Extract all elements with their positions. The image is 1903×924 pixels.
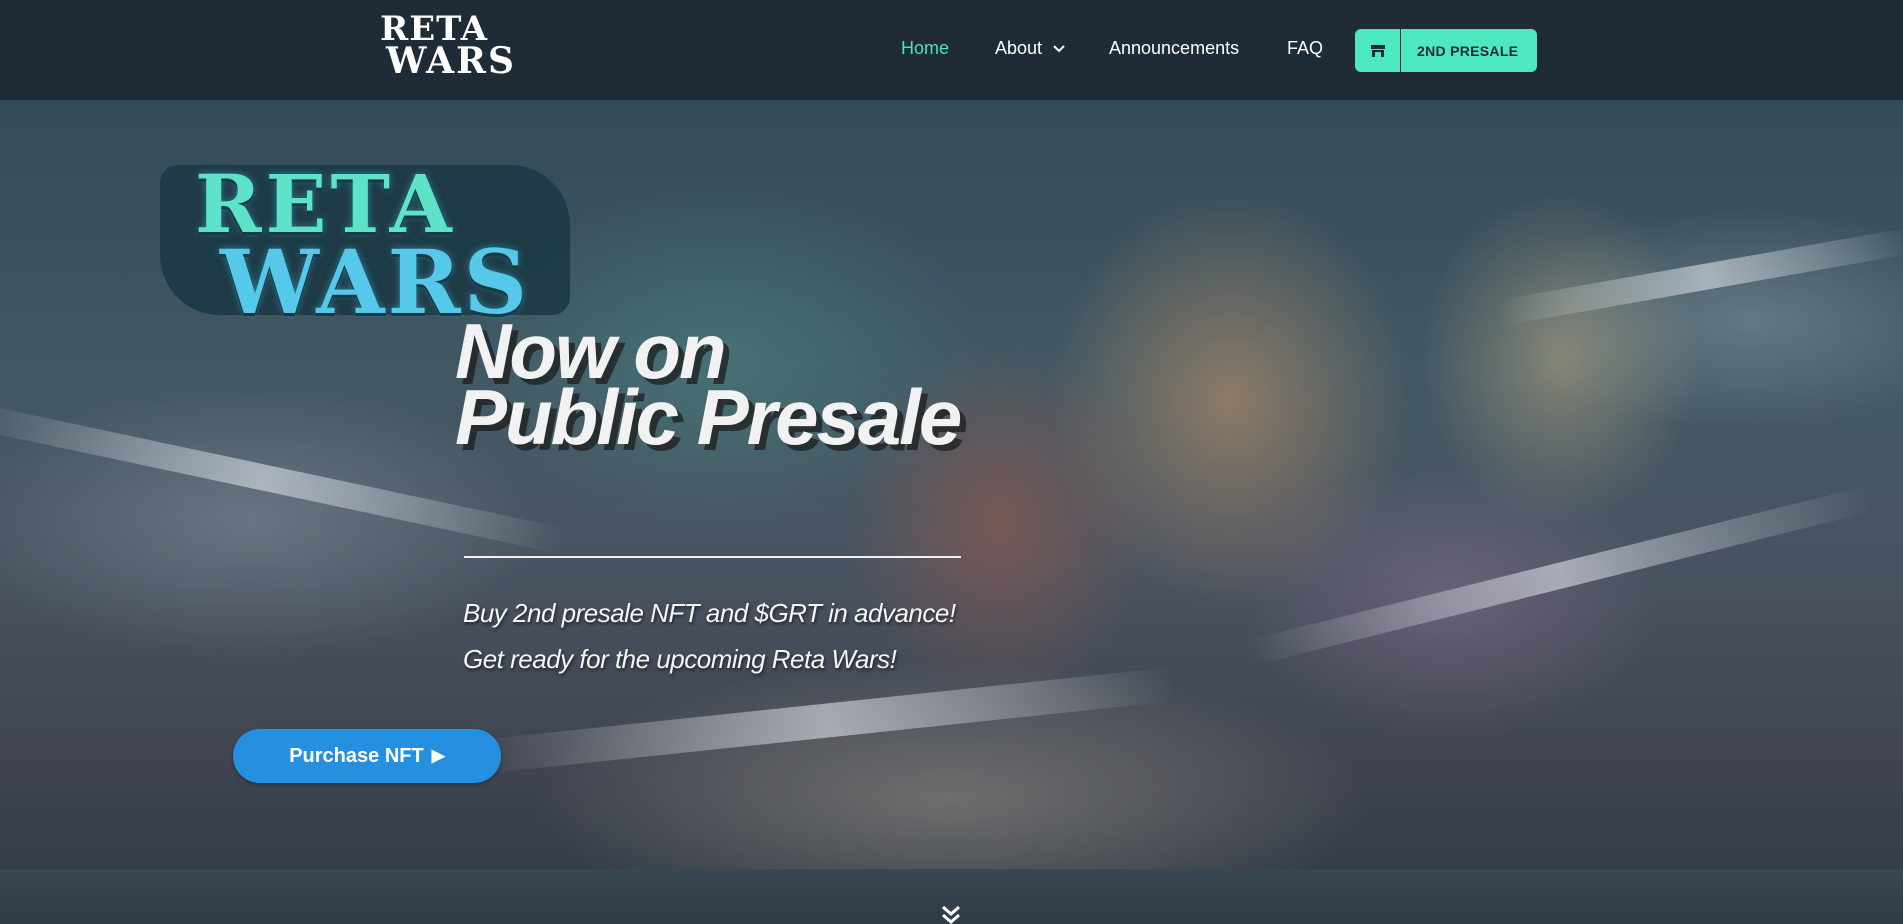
hero-divider — [464, 556, 961, 558]
game-logo: RETA WARS — [150, 125, 580, 335]
chevron-down-icon — [1053, 45, 1065, 53]
nav-item-announcements[interactable]: Announcements — [1109, 38, 1239, 59]
nav-item-about[interactable]: About — [995, 38, 1065, 59]
store-icon — [1355, 29, 1401, 72]
second-presale-button[interactable]: 2ND PRESALE — [1355, 29, 1537, 72]
hero-headline: Now on Public Presale — [455, 312, 962, 461]
hero-banner: RETA WARS Now on Public Presale Buy 2nd … — [0, 100, 1903, 869]
site-logo[interactable]: RETA WARS — [378, 12, 524, 82]
second-presale-label: 2ND PRESALE — [1417, 42, 1519, 59]
hero-subtext: Buy 2nd presale NFT and $GRT in advance!… — [463, 590, 956, 682]
hero-headline-line2: Public Presale — [455, 373, 962, 461]
hero-subtext-line1: Buy 2nd presale NFT and $GRT in advance! — [463, 598, 956, 628]
double-chevron-down-icon[interactable] — [940, 905, 962, 924]
logo-text-bottom: WARS — [386, 40, 516, 82]
nav-item-home[interactable]: Home — [901, 38, 949, 59]
play-arrow-icon: ▶ — [431, 746, 445, 765]
hero-subtext-line2: Get ready for the upcoming Reta Wars! — [463, 644, 897, 674]
nav-item-about-label: About — [995, 38, 1043, 58]
purchase-nft-label: Purchase NFT — [289, 744, 424, 767]
purchase-nft-button[interactable]: Purchase NFT ▶ — [233, 729, 501, 783]
nav-item-faq[interactable]: FAQ — [1287, 38, 1323, 59]
top-navbar: RETA WARS Home About Announcements FAQ 2… — [0, 0, 1903, 100]
